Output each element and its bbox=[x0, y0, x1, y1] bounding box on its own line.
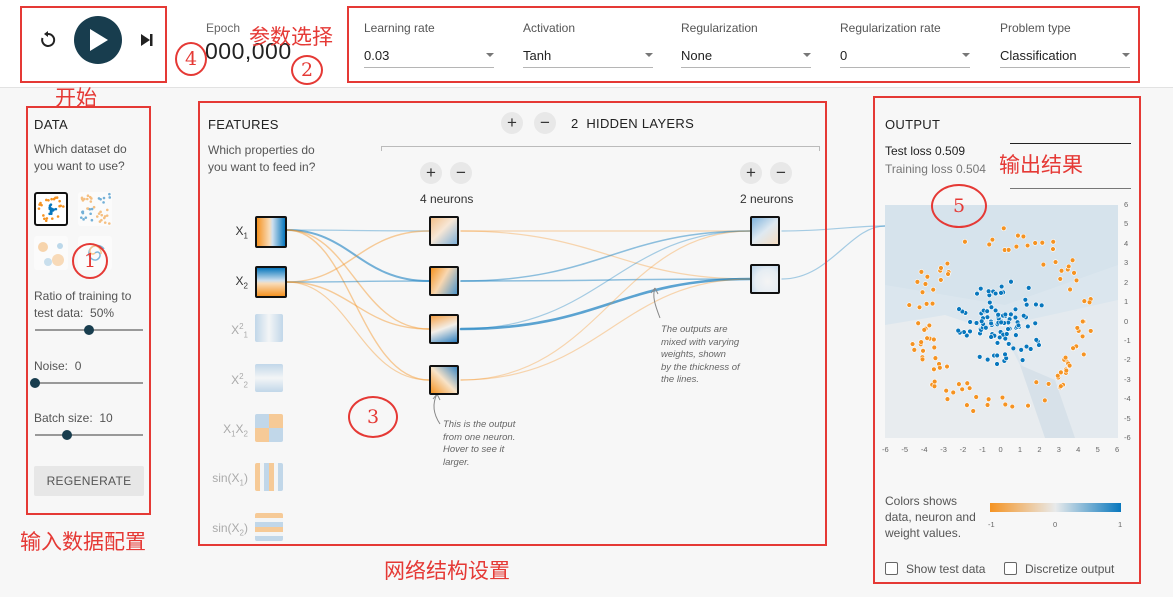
annotation-box-params bbox=[347, 6, 1140, 83]
annotation-params: 参数选择 bbox=[249, 25, 333, 49]
annotation-box-data bbox=[26, 106, 151, 515]
annotation-network-setup: 网络结构设置 bbox=[384, 559, 510, 583]
annotation-box-network bbox=[198, 101, 827, 546]
annotation-start: 开始 bbox=[55, 86, 97, 110]
annotation-input-config: 输入数据配置 bbox=[20, 530, 146, 554]
annotation-output: 输出结果 bbox=[999, 153, 1083, 177]
annotation-number-4: 4 bbox=[175, 42, 207, 76]
annotation-number-5: 5 bbox=[931, 184, 987, 228]
annotation-number-1: 1 bbox=[72, 243, 108, 279]
annotation-box-controls bbox=[20, 6, 167, 83]
annotation-number-3: 3 bbox=[348, 396, 398, 438]
annotation-number-2: 2 bbox=[291, 55, 323, 85]
